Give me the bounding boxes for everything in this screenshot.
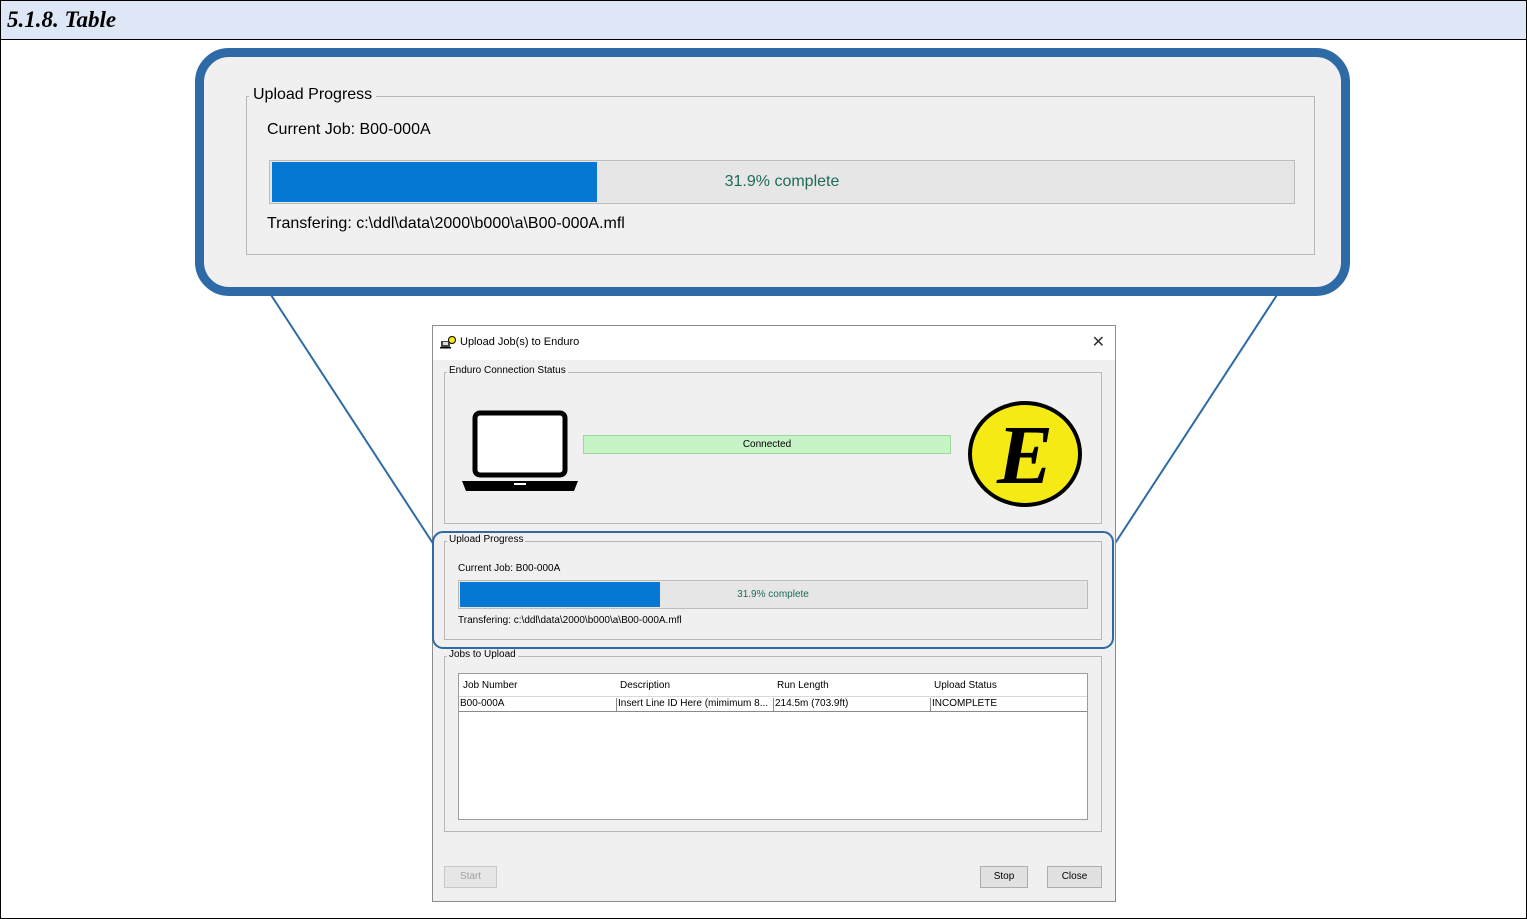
app-icon — [440, 336, 456, 349]
logo-letter: E — [996, 409, 1053, 502]
zoom-legend: Upload Progress — [249, 86, 377, 104]
zoom-progress-text: 31.9% complete — [724, 173, 840, 190]
column-header[interactable]: Upload Status — [934, 680, 997, 691]
jobs-table[interactable]: Job Number Description Run Length Upload… — [458, 673, 1088, 820]
connection-legend: Enduro Connection Status — [447, 365, 568, 376]
close-button[interactable]: Close — [1047, 866, 1102, 888]
dialog-title: Upload Job(s) to Enduro — [460, 336, 580, 348]
table-row[interactable]: B00-000A Insert Line ID Here (mimimum 8.… — [459, 696, 1087, 712]
column-header[interactable]: Run Length — [777, 680, 829, 691]
jobs-legend: Jobs to Upload — [447, 649, 518, 660]
connection-status-bar: Connected — [583, 435, 951, 454]
stop-button[interactable]: Stop — [980, 866, 1028, 888]
zoom-upload-progress-group: Upload Progress Current Job: B00-000A 31… — [246, 86, 1315, 255]
close-icon[interactable]: ✕ — [1092, 332, 1105, 352]
column-header[interactable]: Description — [620, 680, 670, 691]
jobs-to-upload-group: Jobs to Upload Job Number Description Ru… — [444, 649, 1102, 832]
zoom-callout: Upload Progress Current Job: B00-000A 31… — [195, 48, 1350, 296]
connection-status-group: Enduro Connection Status Connected E — [444, 365, 1102, 524]
zoom-transfer-path: Transfering: c:\ddl\data\2000\b000\a\B00… — [267, 215, 625, 232]
table-cell: Insert Line ID Here (mimimum 8... — [616, 698, 773, 711]
enduro-logo: E — [968, 401, 1082, 507]
title-bar[interactable]: Upload Job(s) to Enduro ✕ — [433, 326, 1115, 360]
laptop-icon — [462, 410, 578, 491]
progress-highlight — [432, 531, 1114, 649]
table-cell: B00-000A — [460, 698, 505, 709]
zoom-current-job: Current Job: B00-000A — [267, 121, 431, 138]
zoom-progress-bar: 31.9% complete — [269, 160, 1295, 204]
start-button[interactable]: Start — [444, 866, 497, 888]
table-header: Job Number Description Run Length Upload… — [459, 674, 1087, 697]
column-header[interactable]: Job Number — [463, 680, 517, 691]
table-cell: 214.5m (703.9ft) — [773, 698, 930, 711]
table-cell: INCOMPLETE — [930, 698, 1087, 711]
